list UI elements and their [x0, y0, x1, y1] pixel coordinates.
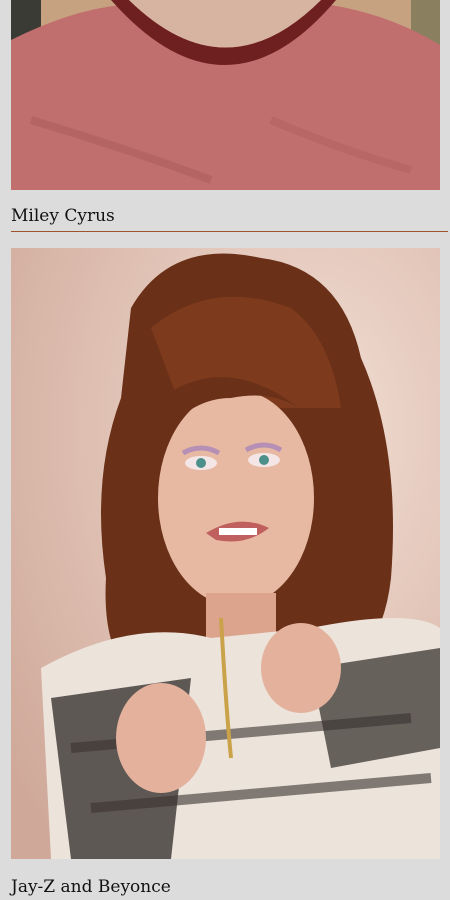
portrait-illustration	[11, 248, 440, 859]
gallery-caption: Miley Cyrus	[11, 206, 115, 226]
gallery-image-main[interactable]	[11, 248, 440, 859]
man-in-red-t-shirt-illustration	[11, 0, 440, 190]
gallery-image-top[interactable]	[11, 0, 440, 190]
gallery-caption: Jay-Z and Beyonce	[11, 877, 171, 897]
caption-divider	[11, 231, 448, 232]
gallery-page: Miley Cyrus Jay-Z and Beyonce	[0, 0, 450, 900]
